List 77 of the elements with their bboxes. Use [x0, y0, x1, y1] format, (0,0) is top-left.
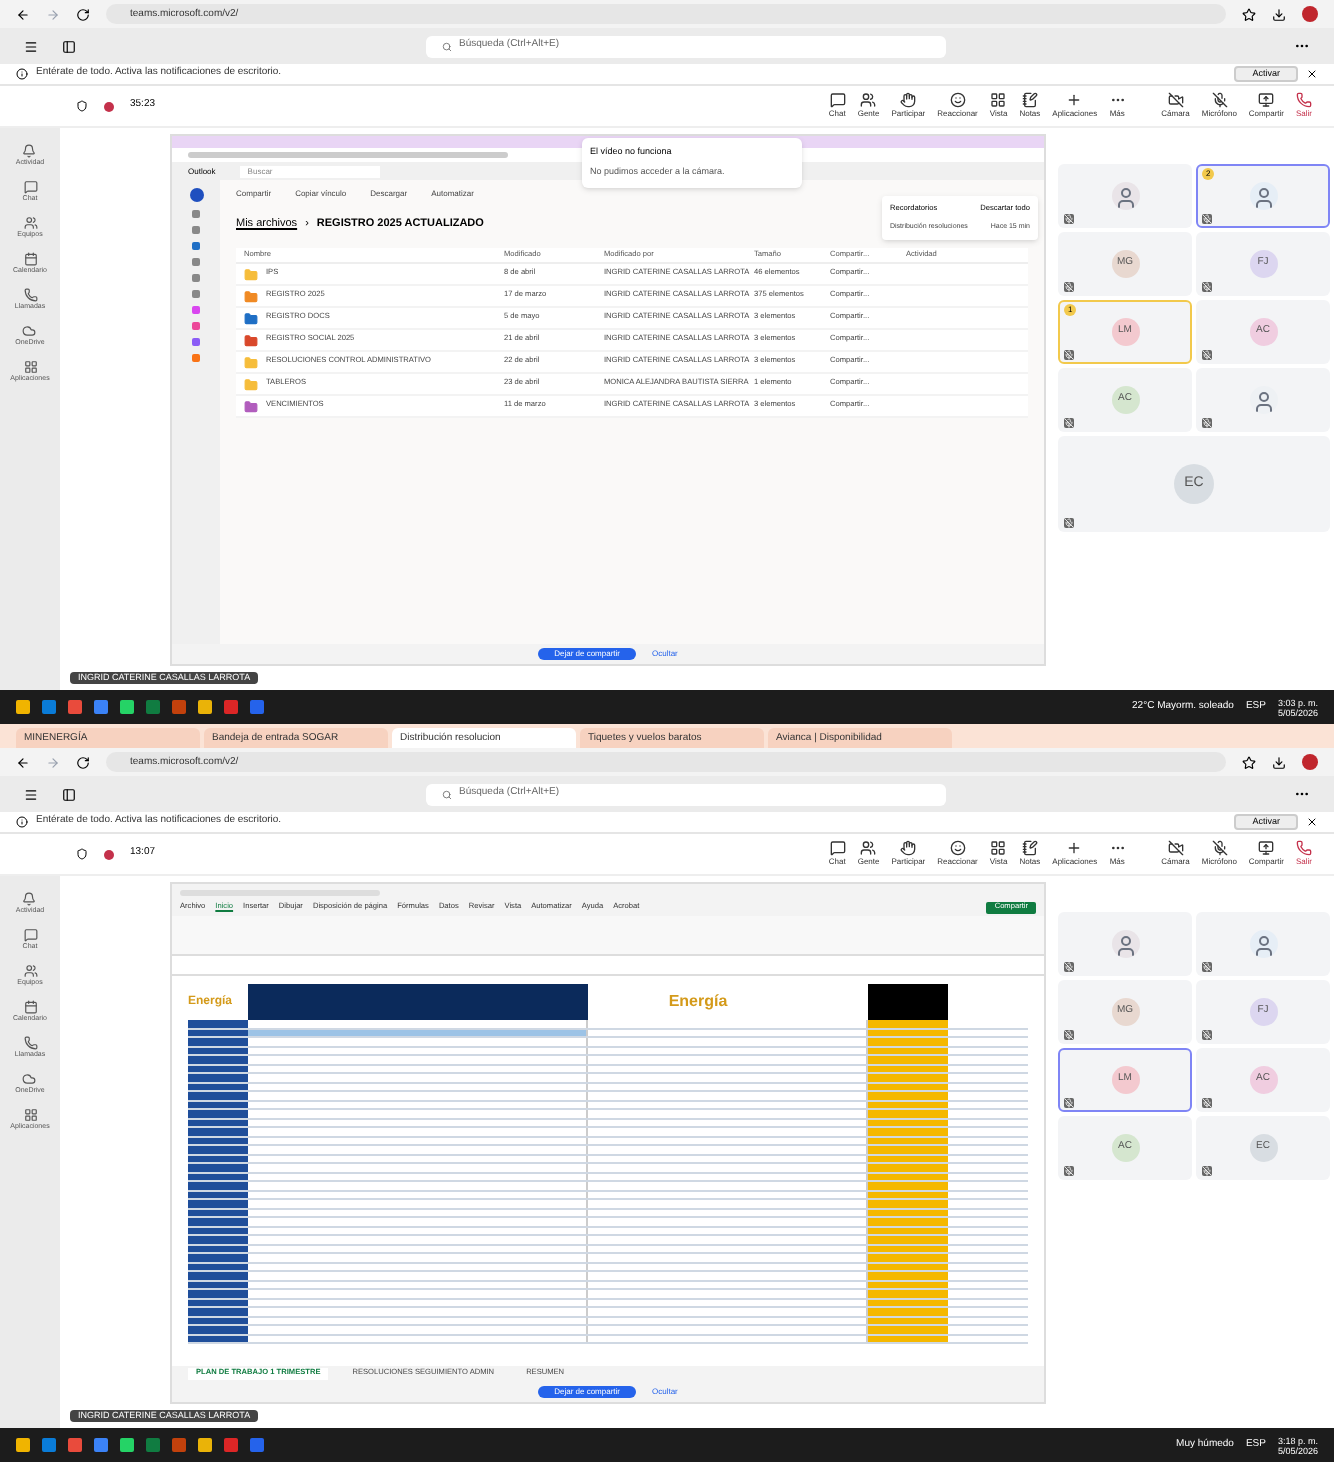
search-icon [441, 789, 451, 799]
reload-icon[interactable] [76, 755, 90, 769]
chat-icon [829, 92, 846, 108]
download-icon[interactable] [1272, 7, 1286, 21]
bookmark-icon[interactable] [1242, 7, 1256, 21]
menu-icon[interactable] [24, 787, 38, 801]
rail-icon [23, 180, 37, 194]
camera-icon [1167, 92, 1184, 108]
close-icon[interactable] [1306, 816, 1318, 828]
mic-off-icon [1064, 1098, 1074, 1108]
forward-icon[interactable] [46, 7, 60, 21]
panel-icon[interactable] [62, 787, 76, 801]
rail-icon [23, 1108, 37, 1122]
mic-off-icon [1202, 214, 1212, 224]
close-icon[interactable] [1306, 68, 1318, 80]
camera-icon [1167, 840, 1184, 856]
menu-icon[interactable] [24, 39, 38, 53]
mic-off-icon [1202, 350, 1212, 360]
rail-icon [23, 216, 37, 230]
rail-icon [22, 892, 37, 906]
rail-icon [23, 1000, 37, 1014]
forward-icon[interactable] [46, 755, 60, 769]
mic-off-icon [1064, 350, 1074, 360]
header-block [868, 984, 948, 1020]
mic-off-icon [1064, 1166, 1074, 1176]
back-icon[interactable] [16, 755, 30, 769]
search-icon [441, 41, 451, 51]
back-icon[interactable] [16, 7, 30, 21]
avatar-silhouette [1111, 182, 1139, 210]
mic-off-icon [1064, 1030, 1074, 1040]
profile-avatar[interactable] [1302, 754, 1318, 770]
rail-icon [22, 324, 37, 338]
user-avatar [189, 188, 203, 202]
mic-icon [1211, 92, 1228, 108]
rail-icon [23, 252, 37, 266]
rail-icon [23, 360, 37, 374]
people-icon [860, 840, 877, 856]
mic-off-icon [1202, 282, 1212, 292]
mic-icon [1211, 840, 1228, 856]
reload-icon[interactable] [76, 7, 90, 21]
avatar-silhouette [1249, 386, 1277, 414]
info-icon [16, 816, 28, 828]
download-icon[interactable] [1272, 755, 1286, 769]
mic-off-icon [1064, 962, 1074, 972]
mic-off-icon [1202, 1098, 1212, 1108]
rail-icon [23, 928, 37, 942]
rail-icon [22, 144, 37, 158]
mic-off-icon [1064, 214, 1074, 224]
mic-off-icon [1202, 418, 1212, 428]
chat-icon [829, 840, 846, 856]
info-icon [16, 68, 28, 80]
mic-off-icon [1202, 1166, 1212, 1176]
shield-icon [76, 848, 88, 860]
participant-tile[interactable] [1196, 368, 1330, 432]
rail-icon [23, 288, 37, 302]
logo-text: Energía [668, 990, 728, 1014]
panel-icon[interactable] [62, 39, 76, 53]
rail-icon [22, 1072, 37, 1086]
share-icon [1258, 840, 1275, 856]
mic-off-icon [1202, 1030, 1212, 1040]
mic-off-icon [1064, 282, 1074, 292]
profile-avatar[interactable] [1302, 6, 1318, 22]
mic-off-icon [1064, 518, 1074, 528]
avatar-silhouette [1249, 930, 1277, 958]
mic-off-icon [1064, 418, 1074, 428]
bookmark-icon[interactable] [1242, 755, 1256, 769]
avatar-silhouette [1111, 930, 1139, 958]
participant-tile[interactable] [1058, 912, 1192, 976]
rail-icon [23, 964, 37, 978]
shield-icon [76, 100, 88, 112]
participant-tile[interactable] [1196, 912, 1330, 976]
participant-tile[interactable] [1058, 164, 1192, 228]
people-icon [860, 92, 877, 108]
mic-off-icon [1202, 962, 1212, 972]
share-icon [1258, 92, 1275, 108]
rail-icon [23, 1036, 37, 1050]
avatar-silhouette [1249, 182, 1277, 210]
